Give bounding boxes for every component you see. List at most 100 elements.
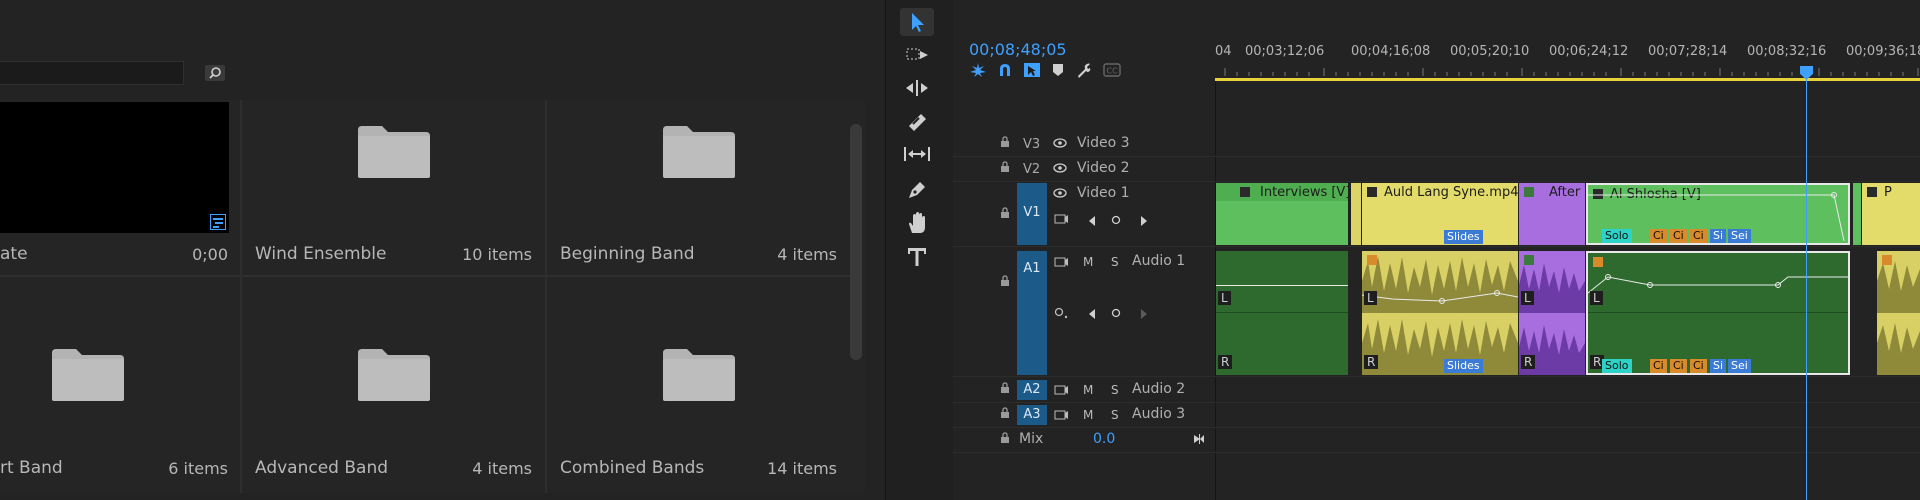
sync-lock-icon[interactable] [1054, 409, 1068, 424]
fx-badge [1882, 255, 1892, 265]
mute-button[interactable]: M [1083, 255, 1093, 269]
bin-item-wind-ensemble[interactable]: Wind Ensemble 10 items [242, 100, 545, 275]
fx-badge [1240, 187, 1250, 197]
type-tool[interactable] [900, 243, 934, 271]
clip-al-shlosha-video[interactable]: Al Shlosha [V] Solo Ci Ci Ci Si Sei [1586, 183, 1850, 245]
clip-marker[interactable]: Slides [1444, 359, 1483, 373]
eye-icon[interactable] [1053, 162, 1067, 176]
playhead-line[interactable] [1806, 68, 1807, 500]
fx-badge [1867, 187, 1877, 197]
playhead-timecode[interactable]: 00;08;48;05 [969, 40, 1067, 59]
folder-icon [52, 349, 124, 401]
captions-icon[interactable]: CC [1103, 63, 1121, 80]
bin-item-advanced-band[interactable]: Advanced Band 4 items [242, 277, 545, 493]
clip-interviews-audio[interactable]: L R [1216, 251, 1348, 375]
clip-name: After [1549, 185, 1581, 200]
solo-button[interactable]: S [1111, 383, 1119, 397]
slip-tool[interactable] [900, 140, 934, 168]
lock-icon[interactable] [1000, 275, 1010, 290]
go-to-end-icon[interactable] [1193, 433, 1205, 448]
wrench-icon[interactable] [1076, 62, 1092, 81]
opacity-rubber-band [1588, 192, 1845, 242]
bin-item-beginning-band[interactable]: Beginning Band 4 items [547, 100, 850, 275]
add-keyframe-icon[interactable] [1111, 307, 1121, 321]
project-search-input[interactable] [0, 61, 184, 85]
eye-icon[interactable] [1053, 187, 1067, 201]
snap-icon[interactable] [997, 62, 1013, 81]
lock-icon[interactable] [1000, 161, 1010, 176]
ruler-label: 00;04;16;08 [1351, 44, 1431, 59]
next-keyframe-icon[interactable] [1140, 308, 1148, 322]
clip-auld-lang-syne-video[interactable]: Auld Lang Syne.mp4 [V Slides [1362, 183, 1518, 245]
clip-auld-lang-syne-audio[interactable]: L R Slides [1362, 251, 1518, 375]
mute-button[interactable]: M [1083, 408, 1093, 422]
clip-sliver[interactable] [1851, 183, 1861, 245]
bin-item-count: 10 items [462, 245, 532, 264]
lock-icon[interactable] [1000, 407, 1010, 422]
eye-icon[interactable] [1053, 137, 1067, 151]
prev-keyframe-icon[interactable] [1088, 308, 1096, 322]
track-id[interactable]: V2 [1023, 162, 1040, 177]
bin-item-label: Beginning Band [560, 244, 695, 264]
sync-lock-icon[interactable] [1054, 256, 1068, 271]
add-keyframe-icon[interactable] [1111, 214, 1121, 228]
bin-item-label: Combined Bands [560, 458, 705, 478]
clip-al-shlosha-audio[interactable]: L R Solo Ci Ci Ci Si Sei [1586, 251, 1850, 375]
source-patch-a1[interactable]: A1 [1017, 251, 1047, 375]
clip-p-audio[interactable] [1877, 251, 1920, 375]
mix-volume-value[interactable]: 0.0 [1093, 431, 1115, 447]
prev-keyframe-icon[interactable] [1088, 215, 1096, 229]
source-patch-a3[interactable]: A3 [1017, 405, 1047, 425]
clip-after-video[interactable]: After [1519, 183, 1585, 245]
sync-lock-icon[interactable] [1054, 384, 1068, 399]
pen-tool[interactable] [900, 176, 934, 204]
bin-item-label: Advanced Band [255, 458, 389, 478]
selection-tool[interactable] [900, 8, 934, 36]
clip-interviews-video[interactable]: Interviews [V] [1216, 183, 1348, 245]
track-a2: A2 M S Audio 2 [953, 378, 1920, 403]
next-keyframe-icon[interactable] [1140, 215, 1148, 229]
nest-icon[interactable] [969, 62, 987, 81]
clip-marker[interactable]: Ci [1650, 359, 1667, 373]
clip-after-audio[interactable]: L R [1519, 251, 1585, 375]
project-scrollbar[interactable] [850, 124, 862, 360]
clip-marker[interactable]: Ci [1690, 359, 1707, 373]
track-v3: V3 Video 3 [953, 132, 1920, 157]
mute-button[interactable]: M [1083, 383, 1093, 397]
work-area-bar[interactable] [1215, 78, 1920, 81]
clip-p-video[interactable]: P [1862, 183, 1920, 245]
track-select-tool[interactable] [900, 41, 934, 69]
clip-sliver[interactable] [1349, 183, 1361, 245]
ripple-edit-tool[interactable] [900, 74, 934, 102]
lock-icon[interactable] [1000, 136, 1010, 151]
razor-tool[interactable] [900, 107, 934, 135]
clip-marker[interactable]: Si [1710, 359, 1727, 373]
clip-marker[interactable]: Ci [1670, 359, 1687, 373]
linked-selection-icon[interactable] [1023, 62, 1041, 81]
time-ruler[interactable]: 04 00;03;12;06 00;04;16;08 00;05;20;10 0… [1215, 44, 1920, 76]
hand-tool[interactable] [900, 209, 934, 237]
lock-icon[interactable] [1000, 432, 1010, 447]
volume-rubber-band [1588, 274, 1848, 294]
keyframe-toggle-icon[interactable] [1054, 213, 1068, 228]
solo-button[interactable]: S [1111, 255, 1119, 269]
clip-marker[interactable]: Solo [1602, 359, 1632, 373]
lock-icon[interactable] [1000, 207, 1010, 222]
volume-keyframe-icon[interactable] [1054, 307, 1068, 322]
bin-item-combined-bands[interactable]: Combined Bands 14 items [547, 277, 850, 493]
clip-marker[interactable]: Slides [1444, 230, 1483, 244]
source-patch-a2[interactable]: A2 [1017, 380, 1047, 400]
bin-item-sequence[interactable]: ate 0;00 [0, 100, 240, 275]
add-marker-icon[interactable] [1052, 63, 1064, 80]
track-id[interactable]: V3 [1023, 137, 1040, 152]
bin-item-label: Wind Ensemble [255, 244, 387, 264]
lock-icon[interactable] [1000, 382, 1010, 397]
sequence-thumbnail [0, 102, 229, 233]
clip-marker[interactable]: Sei [1728, 359, 1751, 373]
fx-badge [1593, 257, 1603, 267]
source-patch-v1[interactable]: V1 [1017, 183, 1047, 245]
solo-button[interactable]: S [1111, 408, 1119, 422]
bin-item-jazz-band[interactable]: rt Band 6 items [0, 277, 240, 493]
find-icon[interactable] [204, 63, 226, 83]
clip-name: Interviews [V] [1260, 185, 1348, 200]
